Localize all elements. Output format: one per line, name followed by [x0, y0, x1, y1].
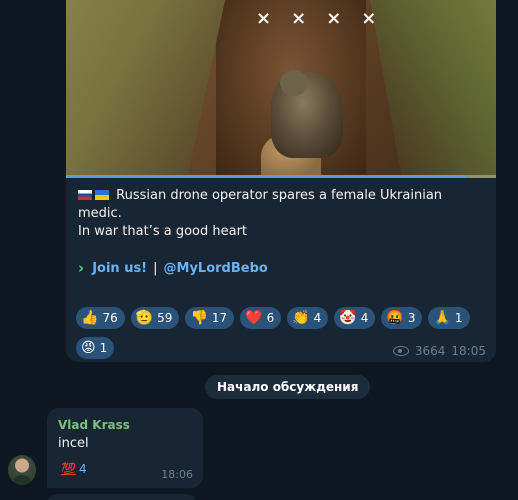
reaction-count: 17	[211, 311, 228, 325]
post-caption: Russian drone operator spares a female U…	[78, 187, 488, 223]
thumbs-down-icon: 👎	[190, 310, 208, 326]
comment-author[interactable]: Vlad Krass	[58, 418, 130, 432]
avatar[interactable]	[8, 455, 36, 485]
video-progress-bar[interactable]	[66, 175, 496, 178]
folded-hands-icon: 🙏	[433, 310, 451, 326]
comment-time: 18:06	[161, 468, 193, 481]
reaction-saluting-face[interactable]: 🫡 59	[130, 307, 180, 329]
reaction-thumbs-down[interactable]: 👎 17	[185, 307, 235, 329]
video-player[interactable]: × × × ×	[66, 0, 496, 178]
reaction-angry-face[interactable]: 😡 1	[76, 337, 115, 359]
reaction-thumbs-up[interactable]: 👍 76	[76, 307, 125, 329]
saluting-face-icon: 🫡	[135, 310, 154, 326]
reaction-heart[interactable]: ❤️ 6	[240, 307, 282, 329]
view-count: 3664	[414, 344, 446, 358]
channel-link[interactable]: @MyLordBebo	[164, 261, 268, 276]
ru-flag-icon	[78, 190, 92, 200]
reaction-clown-face[interactable]: 🤡 4	[334, 307, 376, 329]
discussion-start-label: Начало обсуждения	[205, 375, 371, 399]
reaction-count: 4	[313, 311, 322, 325]
join-link[interactable]: Join us!	[92, 261, 147, 276]
caption-text: Russian drone operator spares a female U…	[78, 188, 443, 221]
comment-reaction[interactable]: 💯 4	[57, 459, 93, 479]
caption-line-2: In war that’s a good heart	[78, 224, 248, 239]
eye-icon	[392, 346, 409, 356]
reaction-count: 6	[266, 311, 275, 325]
channel-post: × × × × Russian drone operator spares a …	[66, 0, 496, 362]
reaction-clapping-hands[interactable]: 👏 4	[287, 307, 329, 329]
heart-icon: ❤️	[245, 310, 263, 326]
video-overlay-marks: × × × ×	[256, 8, 377, 29]
clown-face-icon: 🤡	[339, 310, 357, 326]
comment-reaction-count: 4	[78, 462, 87, 476]
chevron-right-icon: ›	[78, 259, 85, 277]
thumbs-up-icon: 👍	[81, 310, 99, 326]
angry-face-icon: 😡	[81, 340, 96, 356]
reaction-folded-hands[interactable]: 🙏 1	[428, 307, 470, 329]
comment-text: incel	[58, 436, 89, 451]
reaction-count: 59	[157, 311, 173, 325]
clapping-hands-icon: 👏	[292, 310, 310, 326]
link-separator: |	[153, 260, 158, 276]
reaction-count: 4	[360, 311, 369, 325]
comment-bubble[interactable]: Vlad Krass incel 💯 4 18:06	[47, 408, 203, 488]
post-links: › Join us! | @MyLordBebo	[78, 259, 268, 277]
video-progress-fill	[66, 175, 466, 178]
hundred-points-icon: 💯	[61, 462, 76, 476]
reaction-count: 1	[454, 311, 463, 325]
ua-flag-icon	[95, 190, 109, 200]
post-meta: 3664 18:05	[392, 344, 486, 358]
cursing-face-icon: 🤬	[386, 310, 404, 326]
next-comment-bubble	[47, 494, 197, 500]
reaction-count: 1	[99, 341, 108, 355]
reaction-cursing-face[interactable]: 🤬 3	[381, 307, 423, 329]
reaction-count: 76	[102, 311, 118, 325]
post-time: 18:05	[451, 344, 486, 358]
reaction-count: 3	[407, 311, 416, 325]
